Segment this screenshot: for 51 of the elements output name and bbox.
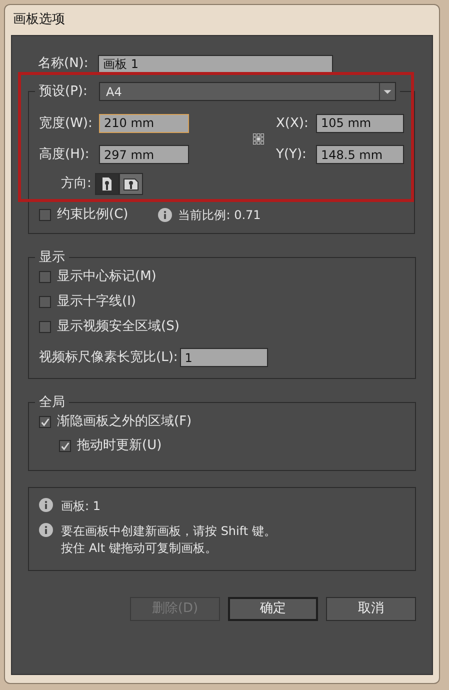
checkbox-option[interactable]: 渐隐画板之外的区域(F) (39, 412, 405, 432)
field-label: 名称(N): (38, 55, 90, 74)
text-field[interactable]: 148.5 mm (316, 145, 404, 164)
field-label: 视频标尺像素长宽比(L): (39, 349, 178, 367)
text-field[interactable]: 297 mm (99, 145, 189, 164)
orientation-button[interactable] (119, 172, 144, 194)
checkbox-option[interactable]: 显示十字线(I) (39, 292, 405, 312)
checkbox-option[interactable]: 显示中心标记(M) (39, 267, 405, 287)
checkbox-label: 渐隐画板之外的区域(F) (57, 413, 192, 432)
info-text: 按住 Alt 键拖动可复制画板。 (61, 540, 218, 557)
text-field[interactable]: 1 (180, 348, 268, 368)
field-label: 高度(H): (39, 146, 90, 164)
group-title: 全局 (38, 394, 66, 412)
check-icon (40, 416, 50, 428)
info-icon (158, 208, 172, 222)
checkbox-option[interactable]: 约束比例(C) (39, 204, 128, 224)
checkbox-label: 约束比例(C) (57, 206, 128, 224)
dialog-button[interactable]: 确定 (228, 597, 318, 621)
field-label: Y(Y): (276, 146, 308, 164)
checkbox[interactable] (59, 440, 71, 452)
check-icon (60, 440, 70, 452)
checkbox-label: 显示中心标记(M) (57, 268, 156, 286)
text-field[interactable]: 105 mm (316, 114, 404, 133)
checkbox[interactable] (39, 296, 51, 308)
text-field[interactable]: 210 mm (99, 114, 189, 133)
checkbox-label: 显示视频安全区域(S) (57, 318, 180, 336)
checkbox[interactable] (39, 416, 51, 428)
checkbox-option[interactable]: 拖动时更新(U) (59, 436, 405, 456)
checkbox-label: 显示十字线(I) (57, 293, 136, 312)
checkbox-label: 拖动时更新(U) (77, 437, 162, 456)
info-icon (39, 523, 53, 537)
checkbox[interactable] (39, 271, 51, 283)
info-text: 要在画板中创建新画板，请按 Shift 键。 (61, 523, 276, 540)
window-title: 画板选项 (13, 11, 65, 30)
field-label: 方向: (61, 174, 92, 193)
ratio-text: 当前比例: 0.71 (178, 206, 261, 224)
info-text: 画板: 1 (61, 498, 100, 515)
field-label: 预设(P): (39, 83, 88, 101)
checkbox[interactable] (39, 321, 51, 333)
orientation-button[interactable] (95, 172, 120, 194)
info-icon (39, 498, 53, 512)
text-field[interactable]: 画板 1 (98, 54, 333, 74)
checkbox-option[interactable]: 显示视频安全区域(S) (39, 317, 405, 337)
portrait-icon (100, 176, 114, 192)
group-title: 显示 (38, 248, 66, 266)
checkbox[interactable] (39, 208, 51, 220)
landscape-icon (123, 176, 140, 190)
field-label: 宽度(W): (39, 114, 94, 132)
field-label: X(X): (276, 114, 310, 132)
preset-dropdown[interactable]: A4 (99, 82, 396, 102)
dialog-button[interactable]: 取消 (326, 597, 416, 621)
